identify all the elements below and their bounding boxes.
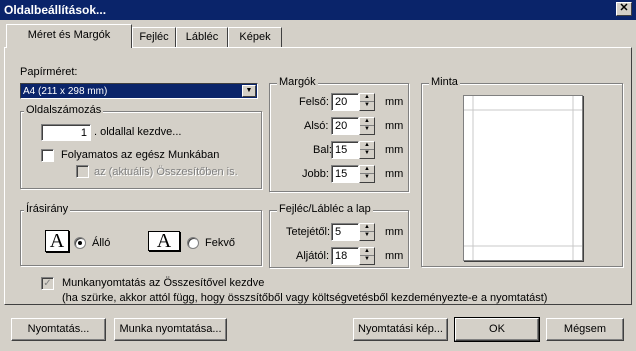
ok-button[interactable]: OK <box>454 317 540 342</box>
tab-label: Lábléc <box>185 31 219 43</box>
unit-label: mm <box>385 120 404 132</box>
spin-up-icon[interactable]: ▲ <box>360 142 374 150</box>
icon-letter: A <box>156 230 172 252</box>
footer-bottom-spinner[interactable]: ▲ ▼ <box>359 247 375 265</box>
portrait-page-icon: A <box>45 230 69 252</box>
spin-down-icon[interactable]: ▼ <box>360 256 374 264</box>
paper-size-label: Papírméret: <box>20 66 78 78</box>
summary-print-note: (ha szürke, akkor attól függ, hogy összs… <box>62 292 548 304</box>
paper-size-value: A4 (211 x 298 mm) <box>23 85 108 97</box>
unit-label: mm <box>385 250 404 262</box>
print-button[interactable]: Nyomtatás... <box>11 318 106 341</box>
work-print-button[interactable]: Munka nyomtatása... <box>114 318 227 341</box>
preview-margins <box>464 96 582 260</box>
portrait-label: Álló <box>92 237 111 249</box>
margin-bottom-spinner[interactable]: ▲ ▼ <box>359 117 375 135</box>
margin-left-label: Bal: <box>313 144 332 156</box>
margin-right-label: Jobb: <box>302 168 329 180</box>
margin-right-input[interactable]: 15 <box>331 165 359 183</box>
spin-down-icon[interactable]: ▼ <box>360 102 374 110</box>
landscape-page-icon: A <box>148 231 180 251</box>
margin-bottom-input[interactable]: 20 <box>331 117 359 135</box>
spin-down-icon[interactable]: ▼ <box>360 126 374 134</box>
unit-label: mm <box>385 96 404 108</box>
margin-bottom-label: Alsó: <box>304 120 329 132</box>
summary-print-label: Munkanyomtatás az Összesítővel kezdve <box>62 277 265 289</box>
page-numbering-legend: Oldalszámozás <box>24 104 104 116</box>
tab-label: Méret és Margók <box>27 29 111 41</box>
spin-up-icon[interactable]: ▲ <box>360 166 374 174</box>
cancel-button[interactable]: Mégsem <box>546 318 624 341</box>
tab-meret-es-margok[interactable]: Méret és Margók <box>6 24 132 48</box>
radio-dot <box>78 241 82 245</box>
paper-size-select[interactable]: A4 (211 x 298 mm) ▼ <box>20 83 258 99</box>
spin-down-icon[interactable]: ▼ <box>360 150 374 158</box>
margin-top-spinner[interactable]: ▲ ▼ <box>359 93 375 111</box>
margin-left-input[interactable]: 15 <box>331 141 359 159</box>
footer-bottom-input[interactable]: 18 <box>331 247 359 265</box>
margin-top-input[interactable]: 20 <box>331 93 359 111</box>
summary-checkbox[interactable] <box>76 165 89 178</box>
spin-up-icon[interactable]: ▲ <box>360 224 374 232</box>
spin-up-icon[interactable]: ▲ <box>360 94 374 102</box>
continuous-label: Folyamatos az egész Munkában <box>61 149 220 161</box>
unit-label: mm <box>385 168 404 180</box>
print-preview-button[interactable]: Nyomtatási kép... <box>353 318 448 341</box>
header-footer-legend: Fejléc/Lábléc a lap <box>277 203 373 215</box>
header-top-label: Tetejétől: <box>286 226 331 238</box>
margins-legend: Margók <box>277 76 318 88</box>
tab-label: Fejléc <box>139 31 169 43</box>
spin-down-icon[interactable]: ▼ <box>360 232 374 240</box>
spin-up-icon[interactable]: ▲ <box>360 248 374 256</box>
tab-kepek[interactable]: Képek <box>228 27 282 47</box>
icon-letter: A <box>49 230 65 252</box>
portrait-radio[interactable] <box>74 237 86 249</box>
unit-label: mm <box>385 226 404 238</box>
title-bar: Oldalbeállítások... ✕ <box>0 0 636 20</box>
start-page-label: . oldallal kezdve... <box>94 126 182 138</box>
margin-right-spinner[interactable]: ▲ ▼ <box>359 165 375 183</box>
chevron-down-icon[interactable]: ▼ <box>242 85 256 97</box>
margin-left-spinner[interactable]: ▲ ▼ <box>359 141 375 159</box>
tab-lablec[interactable]: Lábléc <box>176 27 228 47</box>
orientation-legend: Írásirány <box>24 203 71 215</box>
landscape-radio[interactable] <box>187 237 199 249</box>
header-top-spinner[interactable]: ▲ ▼ <box>359 223 375 241</box>
start-page-input[interactable]: 1 <box>41 124 91 141</box>
preview-legend: Minta <box>429 76 460 88</box>
margin-top-label: Felső: <box>299 96 329 108</box>
close-button[interactable]: ✕ <box>616 2 632 16</box>
close-icon: ✕ <box>619 2 629 14</box>
summary-label: az (aktuális) Összesítőben is. <box>94 166 238 178</box>
window-title: Oldalbeállítások... <box>4 3 107 17</box>
spin-down-icon[interactable]: ▼ <box>360 174 374 182</box>
tab-label: Képek <box>239 31 271 43</box>
tab-panel: Papírméret: A4 (211 x 298 mm) ▼ Oldalszá… <box>4 47 632 305</box>
tab-fejlec[interactable]: Fejléc <box>132 27 176 47</box>
spin-up-icon[interactable]: ▲ <box>360 118 374 126</box>
landscape-label: Fekvő <box>205 237 235 249</box>
header-top-input[interactable]: 5 <box>331 223 359 241</box>
page-preview <box>463 95 583 261</box>
summary-print-checkbox[interactable]: ✓ <box>41 277 54 290</box>
continuous-checkbox[interactable] <box>41 149 54 162</box>
footer-bottom-label: Aljától: <box>296 250 330 262</box>
unit-label: mm <box>385 144 404 156</box>
